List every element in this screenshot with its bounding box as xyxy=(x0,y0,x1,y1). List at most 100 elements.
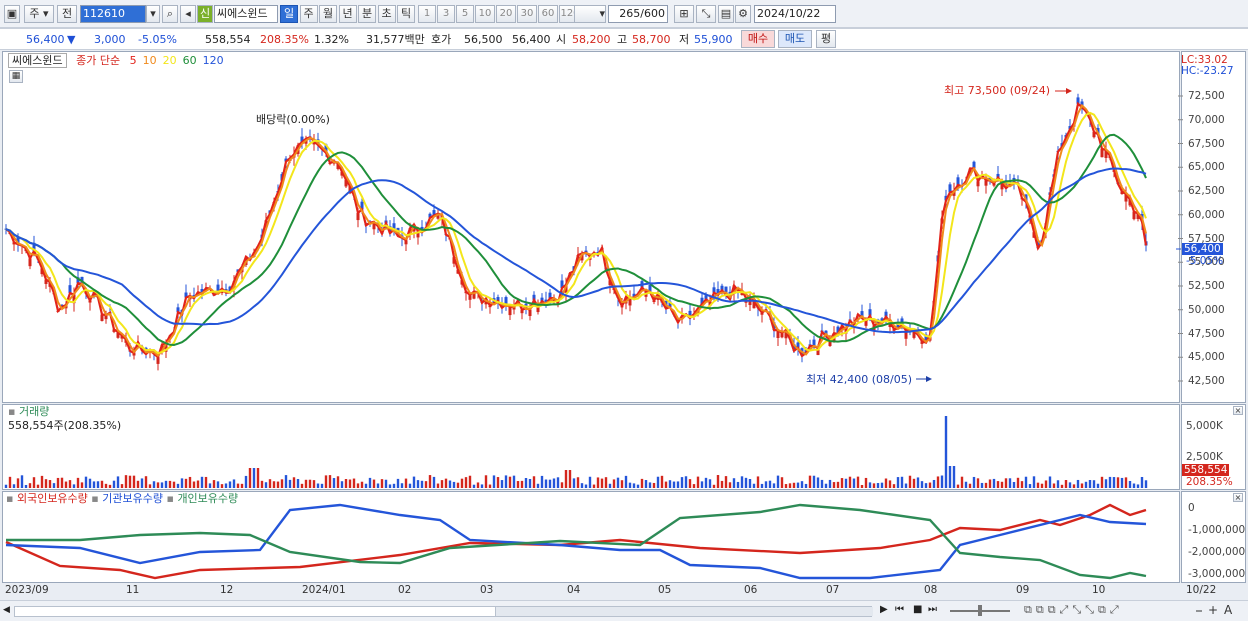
volume-last-pct: 208.35% xyxy=(1186,476,1233,488)
scroll-right-icon[interactable]: ▶ xyxy=(880,604,888,615)
zoom-controls-icon[interactable]: ⎯+A xyxy=(1196,603,1238,618)
volume-bar xyxy=(380,479,384,488)
volume-bar xyxy=(984,482,988,488)
volume-bar xyxy=(568,470,572,488)
volume-bar xyxy=(812,475,816,488)
volume-bar xyxy=(8,476,12,488)
volume-bar xyxy=(56,477,60,488)
zoom-slider-handle[interactable] xyxy=(978,605,982,616)
volume-bar xyxy=(556,477,560,488)
legend-individual: 개인보유수량 xyxy=(177,492,239,505)
volume-bar xyxy=(80,482,84,488)
volume-bar xyxy=(636,484,640,488)
volume-bar xyxy=(324,475,328,488)
x-axis-label: 04 xyxy=(567,584,581,596)
volume-bar xyxy=(220,484,224,488)
legend-ma-120: 120 xyxy=(202,54,224,67)
volume-bar xyxy=(276,481,280,488)
ma-line-5 xyxy=(5,101,1148,359)
close-volume-pane-icon[interactable]: × xyxy=(1233,406,1243,415)
volume-bar xyxy=(840,478,844,488)
price-tick: 65,000 xyxy=(1188,161,1225,174)
scroll-left-icon[interactable]: ◀ xyxy=(3,605,10,615)
volume-bar xyxy=(936,476,940,488)
volume-bar xyxy=(428,475,432,488)
holdings-tick: -1,000,000 xyxy=(1188,524,1246,536)
volume-bar xyxy=(1060,484,1064,488)
price-tick: 52,500 xyxy=(1188,280,1225,292)
volume-bar xyxy=(756,476,760,488)
volume-bar xyxy=(136,480,140,488)
volume-bar xyxy=(356,483,360,488)
volume-bar xyxy=(420,480,424,488)
volume-bar xyxy=(780,477,784,488)
volume-bar xyxy=(908,475,912,488)
volume-bar xyxy=(236,483,240,488)
volume-bar xyxy=(100,480,104,488)
volume-bar xyxy=(740,476,744,488)
volume-bar xyxy=(708,479,712,488)
volume-bar xyxy=(52,483,56,488)
volume-bar xyxy=(652,482,656,488)
volume-bar xyxy=(120,484,124,488)
volume-bar xyxy=(496,477,500,488)
volume-bar xyxy=(68,480,72,488)
horizontal-scrollbar[interactable] xyxy=(14,606,873,617)
stop-icon[interactable]: ■ xyxy=(913,604,922,615)
volume-bar xyxy=(1108,476,1112,488)
volume-bar xyxy=(548,479,552,488)
volume-bar xyxy=(644,480,648,488)
volume-bar xyxy=(860,484,864,488)
volume-bar xyxy=(600,478,604,488)
volume-bar xyxy=(240,483,244,488)
volume-bar xyxy=(500,480,504,488)
volume-bar xyxy=(1036,482,1040,488)
volume-bar xyxy=(520,480,524,488)
volume-bar xyxy=(264,482,268,488)
volume-bar xyxy=(712,484,716,488)
candle-body xyxy=(508,306,512,316)
volume-bar xyxy=(816,477,820,488)
volume-bar xyxy=(880,482,884,488)
volume-bar xyxy=(172,481,176,488)
volume-bar xyxy=(176,483,180,488)
last-price-tag: 56,400 xyxy=(1182,243,1223,255)
price-tick: 50,000 xyxy=(1188,303,1225,316)
volume-bar xyxy=(292,477,296,488)
volume-bar xyxy=(1112,477,1116,488)
volume-bar xyxy=(256,468,260,488)
volume-bar xyxy=(788,483,792,488)
volume-bar xyxy=(112,480,116,488)
volume-bar xyxy=(1096,483,1100,488)
x-axis-label: 02 xyxy=(398,584,412,596)
forward-icon[interactable]: ⏭ xyxy=(928,604,937,615)
volume-bar xyxy=(152,481,156,488)
volume-bar xyxy=(280,479,284,488)
price-tick: 42,500 xyxy=(1188,375,1225,387)
volume-bar xyxy=(532,476,536,488)
volume-bar xyxy=(340,481,344,488)
volume-bar xyxy=(116,476,120,488)
volume-bar xyxy=(248,468,252,488)
volume-bar xyxy=(1092,480,1096,488)
volume-bar xyxy=(408,483,412,488)
volume-bar xyxy=(388,484,392,488)
volume-bar xyxy=(344,479,348,488)
rewind-icon[interactable]: ⏮ xyxy=(895,604,904,615)
tool-icons[interactable]: ⧉⧉⧉⤢⤡⤡⧉⤢ xyxy=(1024,603,1123,617)
volume-bar xyxy=(844,478,848,488)
table-icon[interactable]: ▦ xyxy=(9,70,23,83)
volume-bar xyxy=(1052,483,1056,488)
scroll-thumb[interactable] xyxy=(495,607,873,616)
volume-bar xyxy=(448,480,452,488)
volume-bar xyxy=(484,475,488,488)
volume-bar xyxy=(96,481,100,488)
volume-bar xyxy=(64,481,68,488)
volume-bar xyxy=(436,483,440,488)
volume-bar xyxy=(616,477,620,488)
volume-bar xyxy=(268,479,272,488)
volume-bar xyxy=(952,466,956,488)
volume-bar xyxy=(404,478,408,488)
volume-bar xyxy=(1136,484,1140,488)
close-holdings-pane-icon[interactable]: × xyxy=(1233,493,1243,502)
